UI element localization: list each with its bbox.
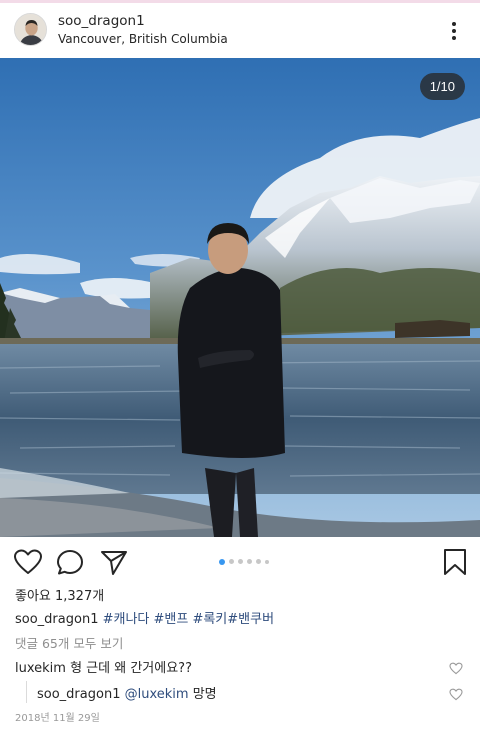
reply-text: 망명 xyxy=(192,687,217,702)
post-location[interactable]: Vancouver, British Columbia xyxy=(58,32,228,46)
caption-username[interactable]: soo_dragon1 xyxy=(15,612,98,627)
post-header: soo_dragon1 Vancouver, British Columbia xyxy=(0,3,480,58)
reply-comment: soo_dragon1 @luxekim 망명 xyxy=(37,683,217,702)
comment-username[interactable]: luxekim xyxy=(15,661,66,676)
carousel-dot xyxy=(219,558,225,565)
reply-thread-line xyxy=(26,681,27,703)
comment-icon[interactable] xyxy=(56,548,86,576)
comment: luxekim 형 근데 왜 간거에요?? xyxy=(15,657,192,676)
bookmark-icon[interactable] xyxy=(440,548,470,576)
reply-username[interactable]: soo_dragon1 xyxy=(37,687,120,702)
likes-count[interactable]: 좋아요 1,327개 xyxy=(15,585,104,604)
caption-hashtags[interactable]: #캐나다 #밴프 #록키#밴쿠버 xyxy=(103,612,274,627)
carousel-dot xyxy=(265,559,269,564)
carousel-indicator xyxy=(219,558,269,565)
post-caption: soo_dragon1 #캐나다 #밴프 #록키#밴쿠버 xyxy=(15,608,274,627)
reply-like-icon[interactable] xyxy=(449,686,463,701)
photo-counter: 1/10 xyxy=(419,73,465,100)
post-date: 2018년 11월 29일 xyxy=(15,713,100,724)
post-photo[interactable]: 1/10 xyxy=(0,58,480,537)
share-icon[interactable] xyxy=(99,548,129,576)
carousel-dot xyxy=(247,559,252,564)
post-username[interactable]: soo_dragon1 xyxy=(58,13,145,29)
more-options-icon[interactable] xyxy=(440,17,468,45)
carousel-dot xyxy=(229,559,234,564)
heart-icon[interactable] xyxy=(13,548,43,576)
reply-mention[interactable]: @luxekim xyxy=(125,687,189,702)
comment-like-icon[interactable] xyxy=(449,660,463,675)
action-bar xyxy=(0,537,480,587)
comment-text: 형 근데 왜 간거에요?? xyxy=(70,661,192,676)
avatar[interactable] xyxy=(14,13,47,46)
carousel-dot xyxy=(238,559,243,564)
view-all-comments-link[interactable]: 댓글 65개 모두 보기 xyxy=(15,633,123,652)
carousel-dot xyxy=(256,559,261,564)
